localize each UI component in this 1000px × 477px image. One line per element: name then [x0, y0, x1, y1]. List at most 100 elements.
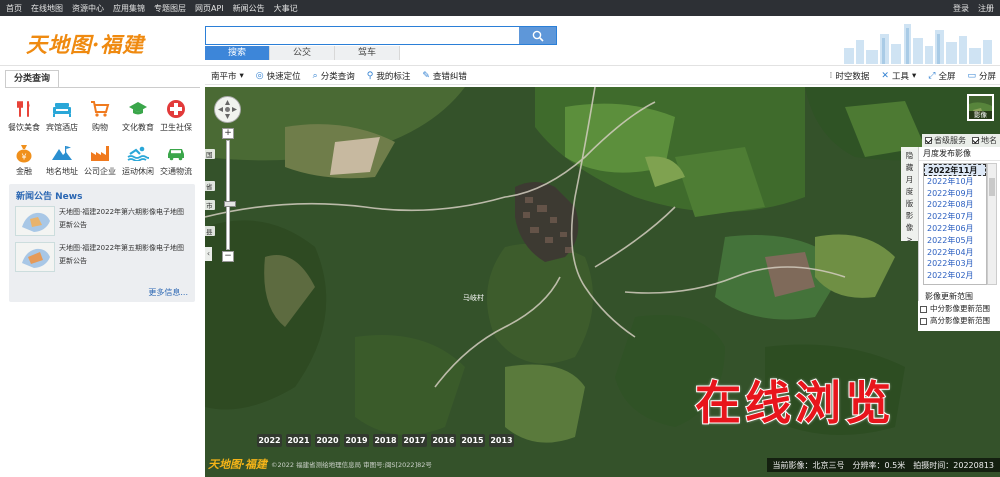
medical-cross-icon [167, 100, 185, 118]
month-item[interactable]: 2022年05月 [924, 235, 986, 247]
nav-news[interactable]: 新闻公告 [233, 3, 265, 14]
mid-res-range-checkbox[interactable]: 中分影像更新范围 [920, 303, 1000, 315]
year-button[interactable]: 2020 [315, 434, 340, 447]
wrench-icon: ✕ [881, 71, 889, 81]
category-dining[interactable]: 餐饮美食 [5, 96, 43, 133]
provincial-service-checkbox[interactable]: 省级服务 [925, 135, 966, 146]
nav-resource-center[interactable]: 资源中心 [72, 3, 104, 14]
year-button[interactable]: 2019 [344, 434, 369, 447]
year-button[interactable]: 2018 [373, 434, 398, 447]
map-credit: ©2022 福建省测绘地理信息局 审图号:闽S[2022]82号 [271, 461, 432, 469]
category-label: 运动休闲 [122, 167, 154, 176]
tab-drive[interactable]: 驾车 [335, 46, 400, 60]
zoom-level-province[interactable]: 省 [205, 181, 215, 191]
tab-bus[interactable]: 公交 [270, 46, 335, 60]
search-input[interactable] [206, 27, 520, 44]
year-button[interactable]: 2015 [460, 434, 485, 447]
site-logo[interactable]: 天地图·福建 [26, 29, 144, 59]
city-selector[interactable]: 南平市 ▾ [211, 70, 244, 82]
category-shopping[interactable]: 购物 [81, 96, 119, 133]
pan-control[interactable] [214, 96, 241, 123]
nav-applications[interactable]: 应用集锦 [113, 3, 145, 14]
scrollbar-thumb[interactable] [989, 178, 995, 196]
category-label: 购物 [92, 123, 108, 132]
year-button[interactable]: 2016 [431, 434, 456, 447]
place-label: 马岐村 [463, 294, 484, 302]
nav-events[interactable]: 大事记 [274, 3, 298, 14]
month-item[interactable]: 2022年03月 [924, 258, 986, 270]
zoom-out-button[interactable]: − [222, 251, 234, 262]
search-mode-tabs: 搜索 公交 驾车 [205, 46, 400, 60]
zoom-slider-track[interactable] [224, 140, 236, 250]
month-item[interactable]: 2022年02月 [924, 270, 986, 282]
high-res-range-checkbox[interactable]: 高分影像更新范围 [920, 315, 1000, 327]
year-button[interactable]: 2017 [402, 434, 427, 447]
month-list-scrollbar[interactable] [987, 163, 997, 285]
more-news-link[interactable]: 更多信息... [148, 287, 188, 298]
quick-locate-label: 快速定位 [266, 71, 301, 82]
year-button[interactable]: 2013 [489, 434, 514, 447]
year-button[interactable]: 2021 [286, 434, 311, 447]
layer-switch-thumbnail[interactable]: 影像 [967, 94, 994, 121]
news-item-title: 天地图·福建2022年第五期影像电子地图 [59, 244, 185, 252]
tab-search[interactable]: 搜索 [205, 46, 270, 60]
pin-icon: ⚲ [366, 70, 374, 81]
error-report-button[interactable]: ✎ 查错纠错 [422, 70, 467, 82]
time-data-label: 时空数据 [835, 72, 870, 82]
tools-menu[interactable]: ✕ 工具 ▾ [881, 70, 916, 82]
time-data-button[interactable]: ⁞ 时空数据 [830, 70, 870, 82]
month-item[interactable]: 2022年10月 [924, 176, 986, 188]
checkbox-label: 地名 [981, 136, 997, 145]
zoom-level-county[interactable]: 县 [205, 226, 215, 236]
login-link[interactable]: 登录 [953, 3, 969, 14]
category-finance[interactable]: ¥ 金融 [5, 140, 43, 177]
svg-text:¥: ¥ [21, 153, 26, 162]
compass-icon [218, 100, 237, 119]
month-item[interactable]: 2022年09月 [924, 188, 986, 200]
category-transport[interactable]: 交通物流 [157, 140, 195, 177]
zoom-slider-thumb[interactable] [224, 201, 236, 207]
month-item[interactable]: 2022年08月 [924, 199, 986, 211]
my-marks-button[interactable]: ⚲ 我的标注 [367, 70, 411, 82]
dropdown-arrow-icon: ▾ [239, 70, 244, 81]
month-item[interactable]: 2022年06月 [924, 223, 986, 235]
category-health[interactable]: 卫生社保 [157, 96, 195, 133]
news-item[interactable]: 天地图·福建2022年第五期影像电子地图 更新公告 [15, 242, 191, 274]
quick-locate-button[interactable]: ◎ 快速定位 [256, 70, 301, 82]
split-screen-button[interactable]: ▭ 分屏 [967, 70, 996, 82]
year-button[interactable]: 2022 [257, 434, 282, 447]
nav-web-api[interactable]: 网页API [195, 3, 224, 14]
fullscreen-button[interactable]: ⤢ 全屏 [928, 70, 955, 82]
category-sports[interactable]: 运动休闲 [119, 140, 157, 177]
month-item[interactable]: 2022年04月 [924, 247, 986, 259]
tab-category-query[interactable]: 分类查询 [5, 70, 59, 88]
month-list[interactable]: 2022年11月 2022年10月 2022年09月 2022年08月 2022… [923, 163, 987, 285]
split-screen-label: 分屏 [978, 72, 996, 82]
tab-divider [5, 87, 200, 88]
place-names-checkbox[interactable]: 地名 [972, 135, 997, 146]
search-button[interactable] [519, 27, 556, 44]
category-education[interactable]: 文化教育 [119, 96, 157, 133]
zoom-level-country[interactable]: 国 [205, 149, 215, 159]
category-address[interactable]: 地名地址 [43, 140, 81, 177]
category-query-label: 分类查询 [320, 71, 355, 82]
map-canvas[interactable]: 马岐村 + − 国 省 市 县 ‹ 影像 省级服务 地名 隐藏月度版影像 > 月度… [205, 87, 1000, 477]
category-query-button[interactable]: ⌕ 分类查询 [313, 70, 355, 82]
hide-monthly-panel-tab[interactable]: 隐藏月度版影像 > [901, 147, 918, 244]
register-link[interactable]: 注册 [978, 3, 994, 14]
nav-home[interactable]: 首页 [6, 3, 22, 14]
top-nav-bar: 首页 在线地图 资源中心 应用集锦 专题图层 网页API 新闻公告 大事记 登录… [0, 0, 1000, 16]
zoom-in-button[interactable]: + [222, 128, 234, 139]
month-item[interactable]: 2022年11月 [924, 164, 986, 176]
top-nav-links: 首页 在线地图 资源中心 应用集锦 专题图层 网页API 新闻公告 大事记 [6, 3, 298, 14]
news-item[interactable]: 天地图·福建2022年第六期影像电子地图 更新公告 [15, 206, 191, 238]
nav-online-map[interactable]: 在线地图 [31, 3, 63, 14]
mountain-icon [52, 146, 72, 160]
category-company[interactable]: 公司企业 [81, 140, 119, 177]
month-item[interactable]: 2022年07月 [924, 211, 986, 223]
nav-thematic-layers[interactable]: 专题图层 [154, 3, 186, 14]
zoom-level-city[interactable]: 市 [205, 200, 215, 210]
error-report-label: 查错纠错 [432, 71, 467, 82]
category-hotel[interactable]: 宾馆酒店 [43, 96, 81, 133]
sidebar-collapse-handle[interactable]: ‹ [205, 247, 212, 261]
